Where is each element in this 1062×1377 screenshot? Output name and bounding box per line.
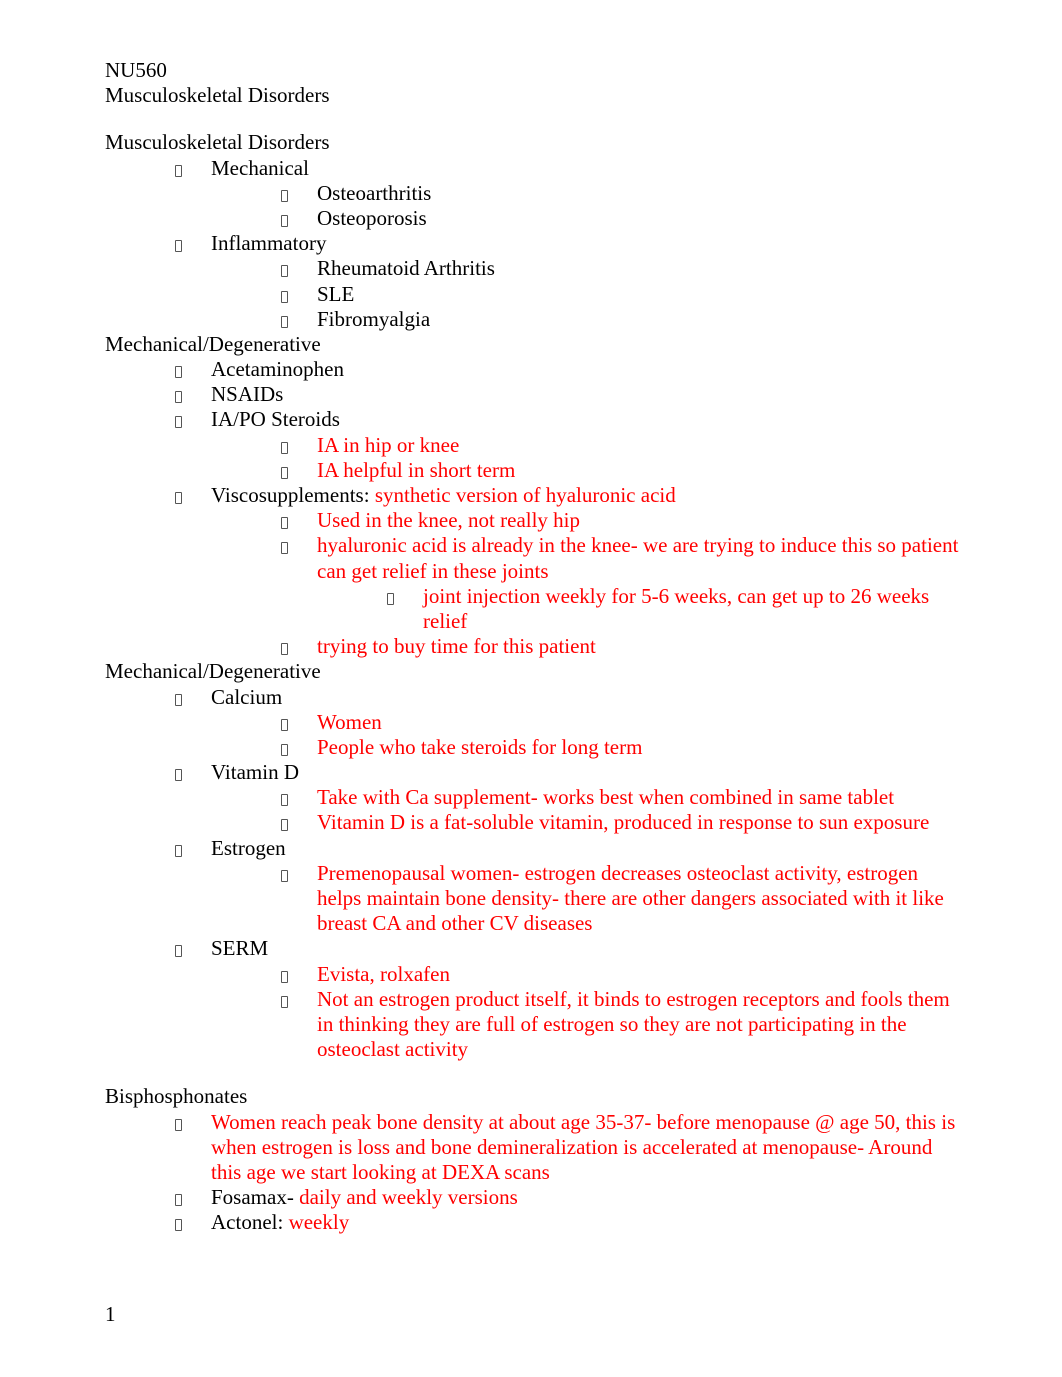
list-item: Take with Ca supplement- works best when… (281, 785, 962, 810)
sublist: joint injection weekly for 5-6 weeks, ca… (317, 584, 962, 634)
list-item-label: Estrogen (211, 836, 286, 860)
list-item-label: Acetaminophen (211, 357, 344, 381)
list-item: Premenopausal women- estrogen decreases … (281, 861, 962, 937)
list-section3: Calcium Women People who take steroids f… (105, 685, 962, 1063)
page-number: 1 (105, 1302, 116, 1327)
list-section1: Mechanical Osteoarthritis Osteoporosis I… (105, 156, 962, 332)
list-item-label: People who take steroids for long term (317, 735, 642, 759)
list-item: NSAIDs (175, 382, 962, 407)
list-item-label: Women reach peak bone density at about a… (211, 1110, 955, 1184)
list-item: Calcium Women People who take steroids f… (175, 685, 962, 761)
list-item: Estrogen Premenopausal women- estrogen d… (175, 836, 962, 937)
list-item: SERM Evista, rolxafen Not an estrogen pr… (175, 936, 962, 1062)
list-item-label: Fibromyalgia (317, 307, 430, 331)
list-item: Fibromyalgia (281, 307, 962, 332)
list-section2: Acetaminophen NSAIDs IA/PO Steroids IA i… (105, 357, 962, 659)
list-section4: Women reach peak bone density at about a… (105, 1110, 962, 1236)
section-title-1: Musculoskeletal Disorders (105, 130, 962, 155)
list-item: Used in the knee, not really hip (281, 508, 962, 533)
list-item-label: Rheumatoid Arthritis (317, 256, 495, 280)
list-item-label: Inflammatory (211, 231, 326, 255)
section-title-4: Bisphosphonates (105, 1084, 962, 1109)
sublist: Osteoarthritis Osteoporosis (211, 181, 962, 231)
list-item: Osteoarthritis (281, 181, 962, 206)
sublist: Take with Ca supplement- works best when… (211, 785, 962, 835)
header-course: NU560 (105, 58, 962, 83)
sublist: Evista, rolxafen Not an estrogen product… (211, 962, 962, 1063)
list-item: Mechanical Osteoarthritis Osteoporosis (175, 156, 962, 232)
list-item: joint injection weekly for 5-6 weeks, ca… (387, 584, 962, 634)
header-topic: Musculoskeletal Disorders (105, 83, 962, 108)
list-item-label: NSAIDs (211, 382, 283, 406)
list-item-label: SLE (317, 282, 354, 306)
list-item-label: Osteoarthritis (317, 181, 431, 205)
list-item-label: Used in the knee, not really hip (317, 508, 580, 532)
list-item-label: Osteoporosis (317, 206, 427, 230)
list-item: Evista, rolxafen (281, 962, 962, 987)
list-item-label: Premenopausal women- estrogen decreases … (317, 861, 944, 935)
list-item: Vitamin D Take with Ca supplement- works… (175, 760, 962, 836)
list-item: hyaluronic acid is already in the knee- … (281, 533, 962, 634)
list-item: People who take steroids for long term (281, 735, 962, 760)
list-item-label: trying to buy time for this patient (317, 634, 596, 658)
list-item: IA in hip or knee (281, 433, 962, 458)
list-item: Acetaminophen (175, 357, 962, 382)
list-item-label: joint injection weekly for 5-6 weeks, ca… (423, 584, 929, 633)
section-title-2: Mechanical/Degenerative (105, 332, 962, 357)
list-item-label: Vitamin D (211, 760, 299, 784)
list-item: Women reach peak bone density at about a… (175, 1110, 962, 1186)
list-item: IA helpful in short term (281, 458, 962, 483)
document-page: NU560 Musculoskeletal Disorders Musculos… (0, 0, 1062, 1377)
list-item: IA/PO Steroids IA in hip or knee IA help… (175, 407, 962, 483)
list-item: Actonel: weekly (175, 1210, 962, 1235)
list-item: Not an estrogen product itself, it binds… (281, 987, 962, 1063)
list-item-label: Mechanical (211, 156, 309, 180)
sublist: Premenopausal women- estrogen decreases … (211, 861, 962, 937)
sublist: Women People who take steroids for long … (211, 710, 962, 760)
list-item-label: Calcium (211, 685, 282, 709)
list-item-label: Women (317, 710, 382, 734)
list-item-note: daily and weekly versions (299, 1185, 518, 1209)
list-item: Rheumatoid Arthritis (281, 256, 962, 281)
list-item-label: SERM (211, 936, 268, 960)
list-item: Inflammatory Rheumatoid Arthritis SLE Fi… (175, 231, 962, 332)
spacer (105, 1062, 962, 1084)
list-item-label: IA/PO Steroids (211, 407, 340, 431)
list-item-label: Evista, rolxafen (317, 962, 450, 986)
list-item: Vitamin D is a fat-soluble vitamin, prod… (281, 810, 962, 835)
list-item-label: Actonel: (211, 1210, 289, 1234)
list-item: trying to buy time for this patient (281, 634, 962, 659)
list-item-label: IA in hip or knee (317, 433, 459, 457)
list-item: SLE (281, 282, 962, 307)
list-item-note: synthetic version of hyaluronic acid (375, 483, 676, 507)
list-item-label: Viscosupplements: (211, 483, 375, 507)
list-item-label: Fosamax- (211, 1185, 299, 1209)
list-item: Women (281, 710, 962, 735)
sublist: Rheumatoid Arthritis SLE Fibromyalgia (211, 256, 962, 332)
list-item: Fosamax- daily and weekly versions (175, 1185, 962, 1210)
sublist: IA in hip or knee IA helpful in short te… (211, 433, 962, 483)
section-title-3: Mechanical/Degenerative (105, 659, 962, 684)
list-item-label: Take with Ca supplement- works best when… (317, 785, 894, 809)
list-item-note: weekly (289, 1210, 350, 1234)
list-item-label: Not an estrogen product itself, it binds… (317, 987, 950, 1061)
list-item-label: Vitamin D is a fat-soluble vitamin, prod… (317, 810, 929, 834)
list-item-label: IA helpful in short term (317, 458, 515, 482)
sublist: Used in the knee, not really hip hyaluro… (211, 508, 962, 659)
list-item-label: hyaluronic acid is already in the knee- … (317, 533, 958, 582)
list-item: Osteoporosis (281, 206, 962, 231)
list-item: Viscosupplements: synthetic version of h… (175, 483, 962, 659)
